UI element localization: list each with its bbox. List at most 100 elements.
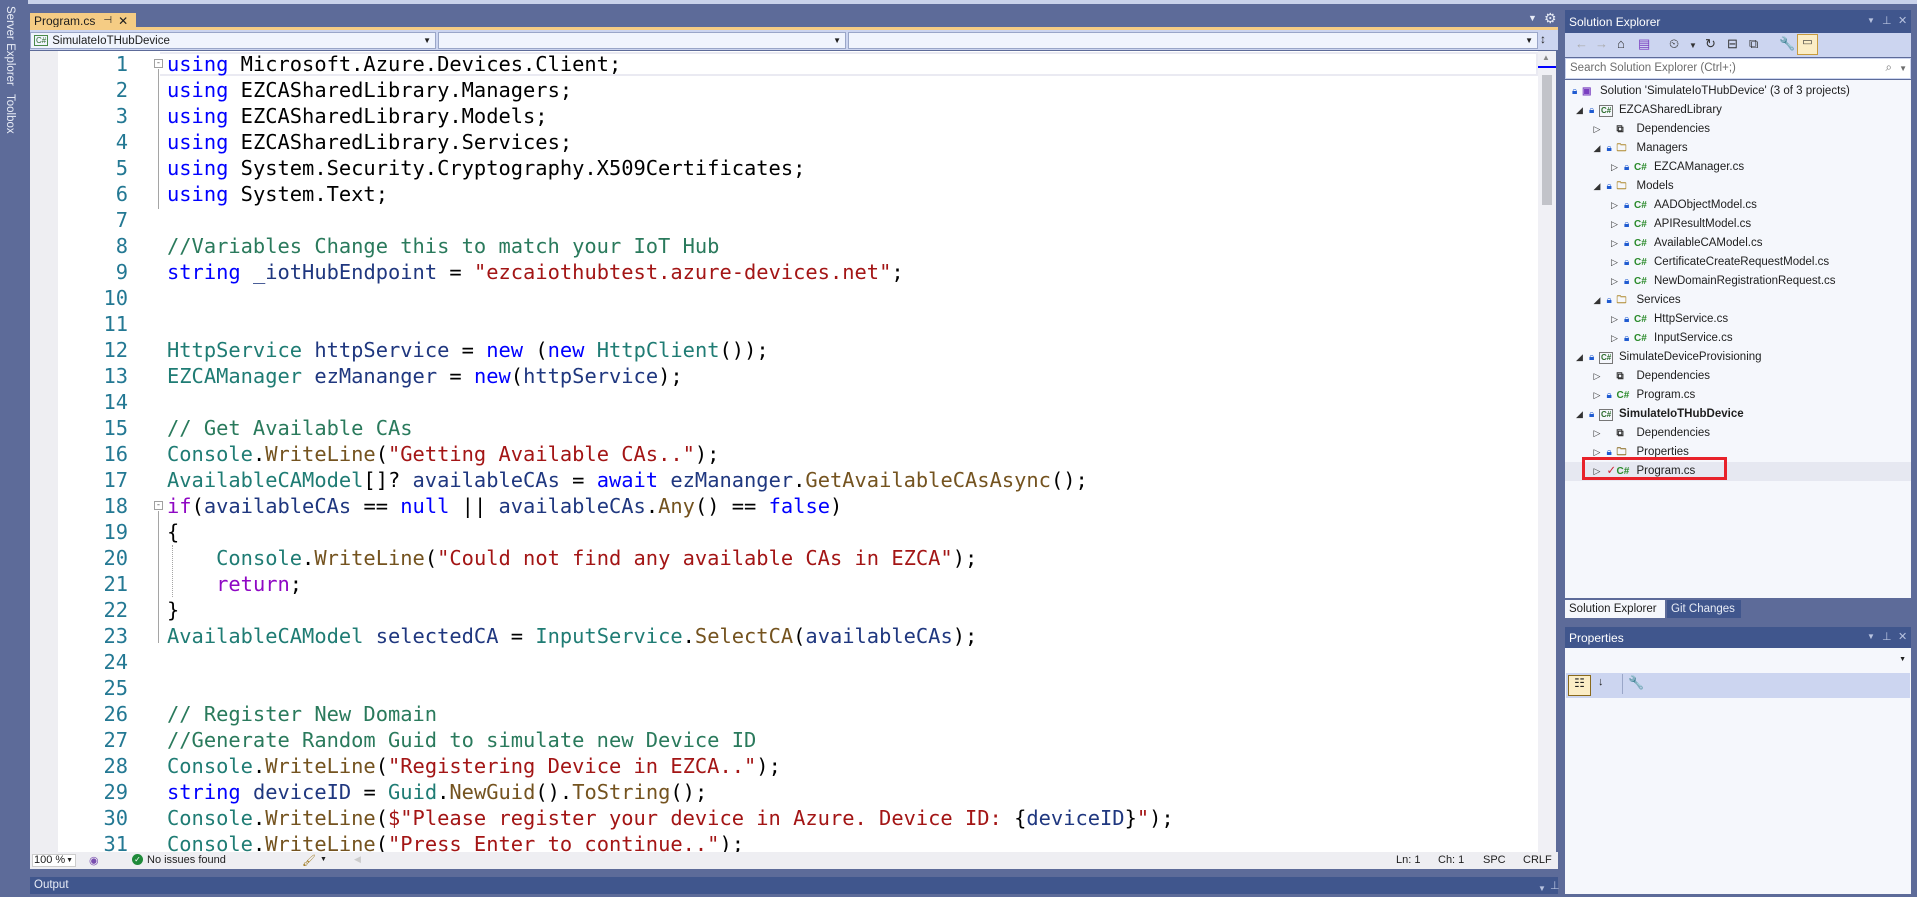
solution-explorer-search[interactable]: Search Solution Explorer (Ctrl+;) ⌕ ▼ xyxy=(1565,58,1911,79)
code-line[interactable]: 18 if(availableCAs == null || availableCA… xyxy=(30,493,1538,519)
code-line[interactable]: 3 using EZCASharedLibrary.Models; xyxy=(30,103,1538,129)
code-line[interactable]: 13 EZCAManager ezMananger = new(httpServi… xyxy=(30,363,1538,389)
code-line[interactable]: 21 return; xyxy=(30,571,1538,597)
scroll-up-icon[interactable]: ▲ xyxy=(1542,53,1550,62)
collapsed-arrow-icon[interactable]: ▷ xyxy=(1594,424,1601,443)
code-line[interactable]: 26 // Register New Domain xyxy=(30,701,1538,727)
dropdown-icon[interactable]: ▼ xyxy=(1538,880,1546,897)
collapsed-arrow-icon[interactable]: ▷ xyxy=(1611,329,1618,348)
expanded-arrow-icon[interactable]: ◢ xyxy=(1594,177,1601,196)
show-all-files-icon[interactable]: ⧉ xyxy=(1749,36,1758,52)
expanded-arrow-icon[interactable]: ◢ xyxy=(1576,405,1583,424)
back-icon[interactable]: ← xyxy=(1575,36,1588,51)
tree-item[interactable]: ◢ 🔒︎ C# SimulateIoTHubDevice xyxy=(1565,405,1911,424)
tree-item[interactable]: ▷ 🔒︎ C# NewDomainRegistrationRequest.cs xyxy=(1565,272,1911,291)
collapsed-arrow-icon[interactable]: ▷ xyxy=(1611,310,1618,329)
tree-item[interactable]: ▷ ⧉ Dependencies xyxy=(1565,120,1911,139)
collapsed-arrow-icon[interactable]: ▷ xyxy=(1611,196,1618,215)
code-line[interactable]: 14 xyxy=(30,389,1538,415)
pending-changes-filter-icon[interactable]: ⏲ xyxy=(1669,36,1679,52)
split-window-icon[interactable]: ↕ xyxy=(1540,32,1546,46)
code-line[interactable]: 17 AvailableCAModel[]? availableCAs = awa… xyxy=(30,467,1538,493)
tree-item[interactable]: ◢ 🔒︎ 🗀 Services xyxy=(1565,291,1911,310)
close-icon[interactable]: ✕ xyxy=(1898,630,1907,643)
code-line[interactable]: 7 xyxy=(30,207,1538,233)
code-line[interactable]: 10 xyxy=(30,285,1538,311)
code-line[interactable]: 31 Console.WriteLine("Press Enter to cont… xyxy=(30,831,1538,852)
collapsed-arrow-icon[interactable]: ▷ xyxy=(1594,120,1601,139)
code-line[interactable]: 20 Console.WriteLine("Could not find any… xyxy=(30,545,1538,571)
indent-indicator[interactable]: SPC xyxy=(1483,854,1506,866)
line-ending-indicator[interactable]: CRLF xyxy=(1523,854,1552,866)
line-indicator[interactable]: Ln: 1 xyxy=(1396,854,1420,866)
code-line[interactable]: 24 xyxy=(30,649,1538,675)
gear-icon[interactable]: ⚙ xyxy=(1544,10,1557,27)
refresh-icon[interactable]: ↻ xyxy=(1705,36,1716,52)
collapsed-arrow-icon[interactable]: ▷ xyxy=(1611,215,1618,234)
code-line[interactable]: 5 using System.Security.Cryptography.X509… xyxy=(30,155,1538,181)
switch-views-icon[interactable]: ▤ xyxy=(1638,36,1650,52)
copilot-icon[interactable]: ◉ xyxy=(89,854,99,867)
collapsed-arrow-icon[interactable]: ▷ xyxy=(1594,367,1601,386)
pin-icon[interactable]: ⊣ xyxy=(103,15,112,26)
code-line[interactable]: 12 HttpService httpService = new (new Htt… xyxy=(30,337,1538,363)
code-line[interactable]: 11 xyxy=(30,311,1538,337)
scroll-left-icon[interactable]: ◀ xyxy=(354,854,361,865)
member-dropdown[interactable]: ▼ xyxy=(848,32,1538,49)
code-line[interactable]: 27 //Generate Random Guid to simulate new… xyxy=(30,727,1538,753)
collapsed-arrow-icon[interactable]: ▷ xyxy=(1611,234,1618,253)
pin-icon[interactable]: ⊥ xyxy=(1550,878,1560,895)
tree-item[interactable]: ◢ 🔒︎ 🗀 Managers xyxy=(1565,139,1911,158)
expanded-arrow-icon[interactable]: ◢ xyxy=(1594,139,1601,158)
zoom-dropdown[interactable]: 100 % ▼ xyxy=(32,854,76,867)
collapsed-arrow-icon[interactable]: ▷ xyxy=(1594,386,1601,405)
collapsed-arrow-icon[interactable]: ▷ xyxy=(1611,272,1618,291)
search-icon[interactable]: ⌕ xyxy=(1886,59,1892,78)
close-icon[interactable]: ✕ xyxy=(1898,14,1907,27)
tree-item[interactable]: 🔒︎ ▣ Solution 'SimulateIoTHubDevice' (3 of… xyxy=(1565,82,1911,101)
code-line[interactable]: 19 { xyxy=(30,519,1538,545)
expanded-arrow-icon[interactable]: ◢ xyxy=(1576,101,1583,120)
code-line[interactable]: 16 Console.WriteLine("Getting Available C… xyxy=(30,441,1538,467)
tree-item[interactable]: ◢ 🔒︎ C# EZCASharedLibrary xyxy=(1565,101,1911,120)
tree-item[interactable]: ▷ 🔒︎ C# APIResultModel.cs xyxy=(1565,215,1911,234)
code-cleanup-icon[interactable]: 🖌 xyxy=(302,854,316,867)
chevron-down-icon[interactable]: ▼ xyxy=(1899,59,1907,78)
tree-item[interactable]: ▷ 🔒︎ C# InputService.cs xyxy=(1565,329,1911,348)
tab-git-changes[interactable]: Git Changes xyxy=(1667,600,1741,618)
code-line[interactable]: 28 Console.WriteLine("Registering Device … xyxy=(30,753,1538,779)
code-line[interactable]: 30 Console.WriteLine($"Please register yo… xyxy=(30,805,1538,831)
collapsed-arrow-icon[interactable]: ▷ xyxy=(1611,158,1618,177)
tree-item[interactable]: ◢ 🔒︎ C# SimulateDeviceProvisioning xyxy=(1565,348,1911,367)
forward-icon[interactable]: → xyxy=(1595,36,1608,51)
issues-status[interactable]: No issues found xyxy=(147,854,226,866)
expanded-arrow-icon[interactable]: ◢ xyxy=(1594,291,1601,310)
collapse-icon[interactable]: - xyxy=(154,501,163,510)
char-indicator[interactable]: Ch: 1 xyxy=(1438,854,1464,866)
tab-program-cs[interactable]: Program.cs ⊣ ✕ xyxy=(30,13,136,28)
pin-icon[interactable]: ⊥ xyxy=(1882,630,1892,643)
code-line[interactable]: 23 AvailableCAModel selectedCA = InputSer… xyxy=(30,623,1538,649)
code-line[interactable]: 6 using System.Text; xyxy=(30,181,1538,207)
expanded-arrow-icon[interactable]: ◢ xyxy=(1576,348,1583,367)
tab-list-dropdown-icon[interactable]: ▼ xyxy=(1528,13,1537,23)
vertical-scrollbar[interactable]: ▲ xyxy=(1538,51,1556,852)
code-line[interactable]: 9 string _iotHubEndpoint = "ezcaiothubtes… xyxy=(30,259,1538,285)
toolbox-tab[interactable]: Toolbox xyxy=(4,94,16,134)
alphabetical-icon[interactable]: ↓ xyxy=(1598,676,1604,688)
pin-icon[interactable]: ⊥ xyxy=(1882,14,1892,27)
code-line[interactable]: 22} xyxy=(30,597,1538,623)
code-line[interactable]: 15 // Get Available CAs xyxy=(30,415,1538,441)
collapse-all-icon[interactable]: ⊟ xyxy=(1727,36,1738,52)
tree-item[interactable]: ▷ ⧉ Dependencies xyxy=(1565,367,1911,386)
property-pages-wrench-icon[interactable]: 🔧 xyxy=(1628,675,1644,691)
output-panel-header[interactable]: Output ▼ ⊥ xyxy=(30,877,1560,897)
code-line[interactable]: 2 using EZCASharedLibrary.Managers; xyxy=(30,77,1538,103)
close-icon[interactable]: ✕ xyxy=(118,14,128,28)
tree-item[interactable]: ▷ 🔒︎ C# HttpService.cs xyxy=(1565,310,1911,329)
code-line[interactable]: 8 //Variables Change this to match your I… xyxy=(30,233,1538,259)
tab-solution-explorer[interactable]: Solution Explorer xyxy=(1565,600,1665,618)
object-dropdown[interactable]: ▼ xyxy=(1899,656,1906,663)
scrollbar-thumb[interactable] xyxy=(1542,75,1552,205)
tree-item[interactable]: ▷ 🔒︎ C# AvailableCAModel.cs xyxy=(1565,234,1911,253)
